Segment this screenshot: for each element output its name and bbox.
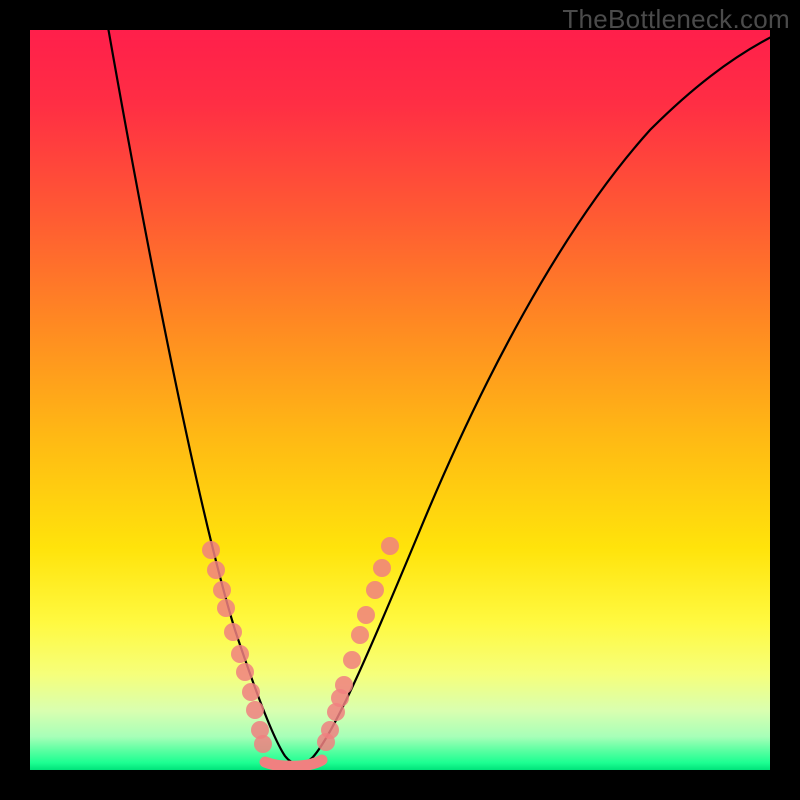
data-marker bbox=[224, 623, 242, 641]
data-marker bbox=[335, 676, 353, 694]
data-marker bbox=[321, 721, 339, 739]
plot-area bbox=[30, 30, 770, 770]
data-marker bbox=[343, 651, 361, 669]
data-marker bbox=[254, 735, 272, 753]
data-marker bbox=[217, 599, 235, 617]
data-marker bbox=[366, 581, 384, 599]
curve-bottom-highlight bbox=[265, 760, 322, 766]
gradient-background bbox=[30, 30, 770, 770]
data-marker bbox=[242, 683, 260, 701]
data-marker bbox=[202, 541, 220, 559]
data-marker bbox=[381, 537, 399, 555]
watermark-text: TheBottleneck.com bbox=[562, 4, 790, 35]
chart-frame: TheBottleneck.com bbox=[0, 0, 800, 800]
bottleneck-chart-svg bbox=[30, 30, 770, 770]
data-marker bbox=[373, 559, 391, 577]
data-marker bbox=[231, 645, 249, 663]
data-marker bbox=[351, 626, 369, 644]
data-marker bbox=[213, 581, 231, 599]
data-marker bbox=[357, 606, 375, 624]
data-marker bbox=[236, 663, 254, 681]
data-marker bbox=[246, 701, 264, 719]
data-marker bbox=[207, 561, 225, 579]
